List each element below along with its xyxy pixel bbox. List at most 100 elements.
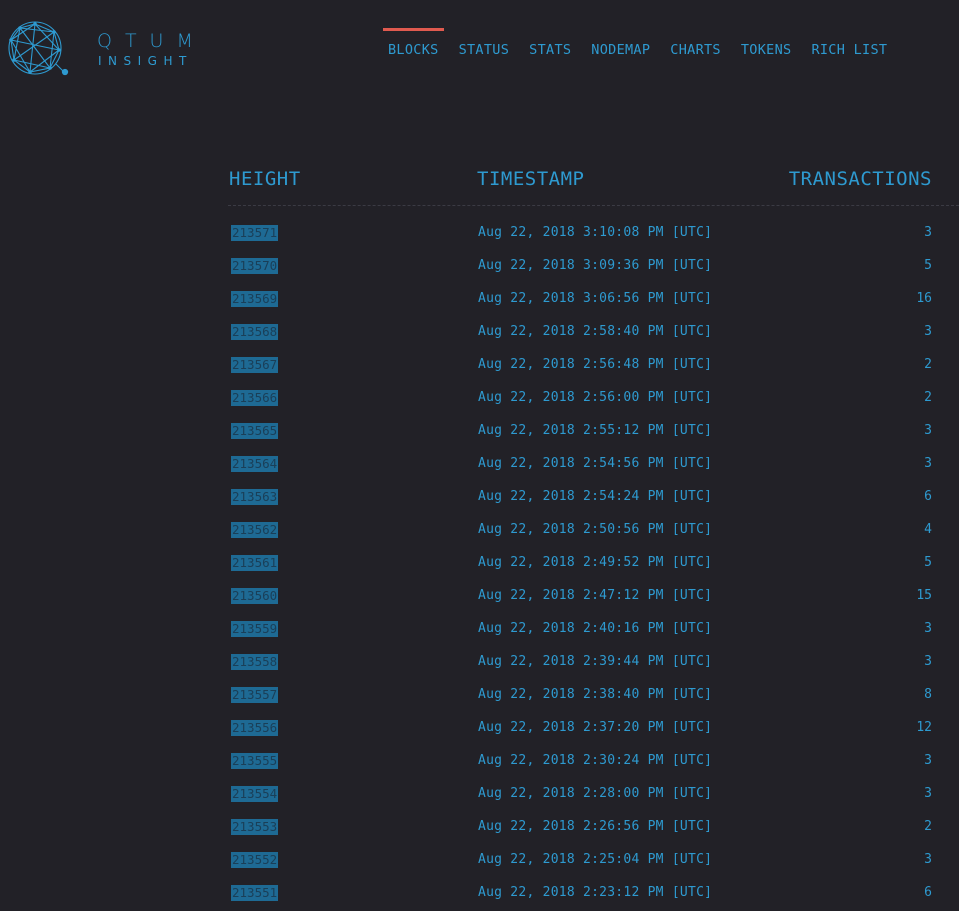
block-height-link[interactable]: 213553 xyxy=(231,819,279,835)
table-row: 213571 Aug 22, 2018 3:10:08 PM [UTC] 3 xyxy=(228,217,959,250)
block-height-link[interactable]: 213554 xyxy=(231,786,279,802)
block-height-link[interactable]: 213557 xyxy=(231,687,279,703)
table-row: 213567 Aug 22, 2018 2:56:48 PM [UTC] 2 xyxy=(228,349,959,382)
block-height-link[interactable]: 213561 xyxy=(231,555,279,571)
nav-rich-list[interactable]: RICH LIST xyxy=(801,28,897,68)
block-transactions: 3 xyxy=(924,654,932,669)
block-transactions: 3 xyxy=(924,456,932,471)
table-row: 213563 Aug 22, 2018 2:54:24 PM [UTC] 6 xyxy=(228,481,959,514)
block-timestamp: Aug 22, 2018 2:23:12 PM [UTC] xyxy=(478,885,713,900)
block-height-link[interactable]: 213570 xyxy=(231,258,279,274)
block-height-link[interactable]: 213559 xyxy=(231,621,279,637)
nav-stats[interactable]: STATS xyxy=(519,28,581,68)
table-row: 213551 Aug 22, 2018 2:23:12 PM [UTC] 6 xyxy=(228,877,959,910)
block-timestamp: Aug 22, 2018 2:25:04 PM [UTC] xyxy=(478,852,713,867)
table-row: 213568 Aug 22, 2018 2:58:40 PM [UTC] 3 xyxy=(228,316,959,349)
block-transactions: 3 xyxy=(924,225,932,240)
nav-blocks[interactable]: BLOCKS xyxy=(378,28,449,68)
block-transactions: 2 xyxy=(924,357,932,372)
table-row: 213561 Aug 22, 2018 2:49:52 PM [UTC] 5 xyxy=(228,547,959,580)
page: QTUM INSIGHT BLOCKS STATUS STATS NODEMAP… xyxy=(0,0,959,911)
column-header-timestamp[interactable]: TIMESTAMP xyxy=(477,167,584,191)
block-timestamp: Aug 22, 2018 2:55:12 PM [UTC] xyxy=(478,423,713,438)
block-transactions: 6 xyxy=(924,489,932,504)
nav-charts[interactable]: CHARTS xyxy=(660,28,731,68)
column-header-height[interactable]: HEIGHT xyxy=(229,167,301,191)
block-timestamp: Aug 22, 2018 2:58:40 PM [UTC] xyxy=(478,324,713,339)
block-height-link[interactable]: 213556 xyxy=(231,720,279,736)
block-timestamp: Aug 22, 2018 2:50:56 PM [UTC] xyxy=(478,522,713,537)
table-row: 213569 Aug 22, 2018 3:06:56 PM [UTC] 16 xyxy=(228,283,959,316)
block-timestamp: Aug 22, 2018 2:28:00 PM [UTC] xyxy=(478,786,713,801)
block-timestamp: Aug 22, 2018 3:10:08 PM [UTC] xyxy=(478,225,713,240)
block-transactions: 3 xyxy=(924,852,932,867)
block-timestamp: Aug 22, 2018 2:54:56 PM [UTC] xyxy=(478,456,713,471)
block-timestamp: Aug 22, 2018 2:26:56 PM [UTC] xyxy=(478,819,713,834)
table-row: 213566 Aug 22, 2018 2:56:00 PM [UTC] 2 xyxy=(228,382,959,415)
block-timestamp: Aug 22, 2018 3:09:36 PM [UTC] xyxy=(478,258,713,273)
block-timestamp: Aug 22, 2018 2:38:40 PM [UTC] xyxy=(478,687,713,702)
table-row: 213557 Aug 22, 2018 2:38:40 PM [UTC] 8 xyxy=(228,679,959,712)
table-row: 213560 Aug 22, 2018 2:47:12 PM [UTC] 15 xyxy=(228,580,959,613)
nav-status[interactable]: STATUS xyxy=(449,28,520,68)
blocks-table-body: 213571 Aug 22, 2018 3:10:08 PM [UTC] 3 2… xyxy=(228,217,959,910)
block-height-link[interactable]: 213565 xyxy=(231,423,279,439)
table-row: 213564 Aug 22, 2018 2:54:56 PM [UTC] 3 xyxy=(228,448,959,481)
block-transactions: 3 xyxy=(924,621,932,636)
qtum-network-icon[interactable] xyxy=(6,20,70,78)
block-transactions: 3 xyxy=(924,786,932,801)
block-timestamp: Aug 22, 2018 2:47:12 PM [UTC] xyxy=(478,588,713,603)
main-nav: BLOCKS STATUS STATS NODEMAP CHARTS TOKEN… xyxy=(378,28,897,68)
block-transactions: 4 xyxy=(924,522,932,537)
table-row: 213555 Aug 22, 2018 2:30:24 PM [UTC] 3 xyxy=(228,745,959,778)
block-transactions: 5 xyxy=(924,555,932,570)
block-transactions: 15 xyxy=(916,588,932,603)
block-transactions: 3 xyxy=(924,324,932,339)
block-transactions: 2 xyxy=(924,390,932,405)
nav-tokens[interactable]: TOKENS xyxy=(731,28,802,68)
block-timestamp: Aug 22, 2018 2:56:48 PM [UTC] xyxy=(478,357,713,372)
block-height-link[interactable]: 213569 xyxy=(231,291,279,307)
block-transactions: 2 xyxy=(924,819,932,834)
table-row: 213552 Aug 22, 2018 2:25:04 PM [UTC] 3 xyxy=(228,844,959,877)
table-row: 213565 Aug 22, 2018 2:55:12 PM [UTC] 3 xyxy=(228,415,959,448)
block-height-link[interactable]: 213568 xyxy=(231,324,279,340)
block-height-link[interactable]: 213571 xyxy=(231,225,279,241)
block-timestamp: Aug 22, 2018 2:37:20 PM [UTC] xyxy=(478,720,713,735)
block-height-link[interactable]: 213551 xyxy=(231,885,279,901)
table-row: 213558 Aug 22, 2018 2:39:44 PM [UTC] 3 xyxy=(228,646,959,679)
block-height-link[interactable]: 213562 xyxy=(231,522,279,538)
table-row: 213559 Aug 22, 2018 2:40:16 PM [UTC] 3 xyxy=(228,613,959,646)
table-row: 213562 Aug 22, 2018 2:50:56 PM [UTC] 4 xyxy=(228,514,959,547)
block-height-link[interactable]: 213552 xyxy=(231,852,279,868)
block-height-link[interactable]: 213563 xyxy=(231,489,279,505)
block-timestamp: Aug 22, 2018 2:39:44 PM [UTC] xyxy=(478,654,713,669)
block-timestamp: Aug 22, 2018 2:30:24 PM [UTC] xyxy=(478,753,713,768)
block-transactions: 8 xyxy=(924,687,932,702)
block-timestamp: Aug 22, 2018 2:54:24 PM [UTC] xyxy=(478,489,713,504)
block-timestamp: Aug 22, 2018 2:56:00 PM [UTC] xyxy=(478,390,713,405)
block-timestamp: Aug 22, 2018 2:49:52 PM [UTC] xyxy=(478,555,713,570)
block-transactions: 12 xyxy=(916,720,932,735)
block-transactions: 16 xyxy=(916,291,932,306)
brand-name[interactable]: QTUM xyxy=(97,30,206,52)
block-height-link[interactable]: 213560 xyxy=(231,588,279,604)
block-height-link[interactable]: 213558 xyxy=(231,654,279,670)
block-timestamp: Aug 22, 2018 2:40:16 PM [UTC] xyxy=(478,621,713,636)
block-height-link[interactable]: 213555 xyxy=(231,753,279,769)
block-height-link[interactable]: 213564 xyxy=(231,456,279,472)
block-height-link[interactable]: 213566 xyxy=(231,390,279,406)
block-transactions: 5 xyxy=(924,258,932,273)
block-transactions: 3 xyxy=(924,753,932,768)
table-row: 213554 Aug 22, 2018 2:28:00 PM [UTC] 3 xyxy=(228,778,959,811)
block-transactions: 3 xyxy=(924,423,932,438)
brand-subtitle[interactable]: INSIGHT xyxy=(98,54,193,68)
table-row: 213553 Aug 22, 2018 2:26:56 PM [UTC] 2 xyxy=(228,811,959,844)
block-height-link[interactable]: 213567 xyxy=(231,357,279,373)
nav-nodemap[interactable]: NODEMAP xyxy=(581,28,660,68)
table-row: 213570 Aug 22, 2018 3:09:36 PM [UTC] 5 xyxy=(228,250,959,283)
block-transactions: 6 xyxy=(924,885,932,900)
block-timestamp: Aug 22, 2018 3:06:56 PM [UTC] xyxy=(478,291,713,306)
table-row: 213556 Aug 22, 2018 2:37:20 PM [UTC] 12 xyxy=(228,712,959,745)
column-header-transactions[interactable]: TRANSACTIONS xyxy=(789,167,932,191)
